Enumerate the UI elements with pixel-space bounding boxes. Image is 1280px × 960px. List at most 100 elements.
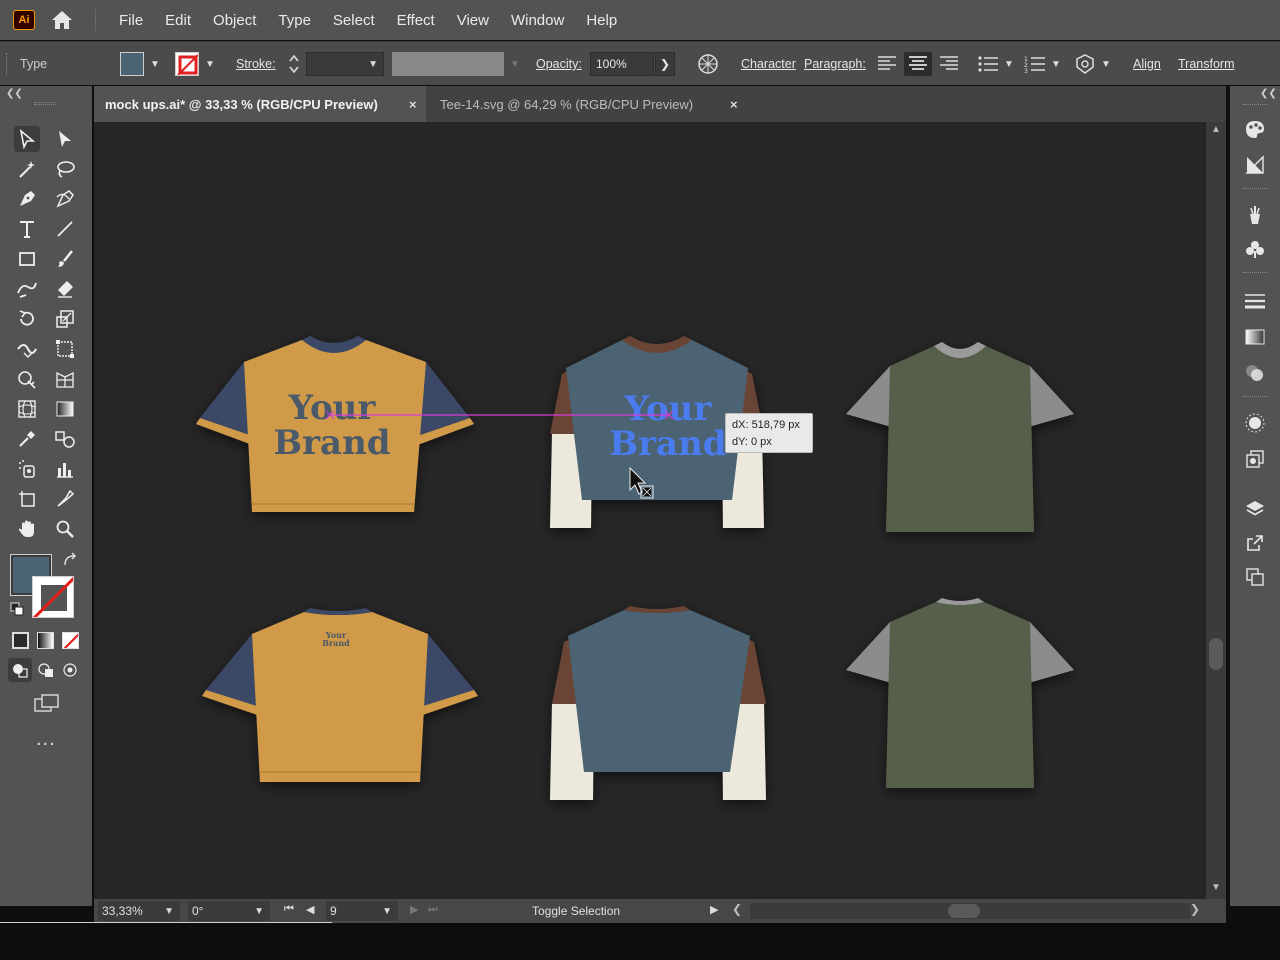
opacity-expand[interactable]: ❯ <box>655 42 675 86</box>
draw-behind-icon[interactable] <box>34 658 58 682</box>
menu-edit[interactable]: Edit <box>154 0 202 40</box>
shaper-tool-icon[interactable] <box>14 276 40 302</box>
status-menu-icon[interactable]: ▶ <box>710 903 718 916</box>
chevron-down-icon[interactable]: ▼ <box>1101 59 1111 70</box>
scale-tool-icon[interactable] <box>52 306 78 332</box>
fill-swatch-dropdown[interactable]: ▼ <box>120 42 160 86</box>
paragraph-panel-link[interactable]: Paragraph: <box>804 42 866 86</box>
line-segment-tool-icon[interactable] <box>52 216 78 242</box>
bullets-icon[interactable]: ▼ <box>977 42 1014 86</box>
tee-slate-layered-back[interactable] <box>550 606 766 800</box>
rotate-tool-icon[interactable] <box>14 306 40 332</box>
tee-olive-back[interactable] <box>846 598 1074 788</box>
type-tool-icon[interactable] <box>14 216 40 242</box>
align-panel-link[interactable]: Align <box>1133 42 1161 86</box>
chevron-right-icon[interactable]: ❯ <box>660 57 670 71</box>
close-icon[interactable]: × <box>409 97 417 112</box>
chevron-down-icon[interactable]: ▼ <box>1004 59 1014 70</box>
opacity-label[interactable]: Opacity: <box>536 42 582 86</box>
chevron-down-icon[interactable]: ▼ <box>1051 59 1061 70</box>
perspective-grid-tool-icon[interactable] <box>52 366 78 392</box>
chevron-down-icon[interactable]: ▼ <box>382 906 392 917</box>
tab-tee-14[interactable]: Tee-14.svg @ 64,29 % (RGB/CPU Preview) × <box>430 86 750 122</box>
numbering-icon[interactable]: 123 ▼ <box>1024 42 1061 86</box>
transparency-icon[interactable] <box>1242 360 1268 386</box>
opacity-field[interactable]: 100% <box>590 42 654 86</box>
menu-window[interactable]: Window <box>500 0 575 40</box>
chevron-down-icon[interactable]: ▼ <box>205 59 215 70</box>
stroke-panel-icon[interactable] <box>1242 288 1268 314</box>
swap-fill-stroke-icon[interactable] <box>62 552 78 573</box>
scroll-thumb[interactable] <box>1209 638 1223 670</box>
align-left-icon[interactable] <box>877 42 897 86</box>
menu-view[interactable]: View <box>446 0 500 40</box>
zoom-field[interactable]: 33,33% ▼ <box>98 901 180 921</box>
direct-selection-tool-icon[interactable] <box>52 126 78 152</box>
tab-title[interactable]: Tee-14.svg @ 64,29 % (RGB/CPU Preview) <box>440 97 693 112</box>
eyedropper-tool-icon[interactable] <box>14 426 40 452</box>
home-icon[interactable] <box>49 7 75 33</box>
last-artboard-icon[interactable]: ⏭ <box>428 903 438 916</box>
menu-effect[interactable]: Effect <box>386 0 446 40</box>
opacity-value[interactable]: 100% <box>590 52 654 76</box>
menu-object[interactable]: Object <box>202 0 267 40</box>
chevron-down-icon[interactable]: ▼ <box>510 59 520 70</box>
color-theme-icon[interactable] <box>1242 152 1268 178</box>
expand-panels-icon[interactable]: ❮❮ <box>1260 88 1277 99</box>
free-transform-tool-icon[interactable] <box>52 336 78 362</box>
magic-wand-tool-icon[interactable] <box>14 156 40 182</box>
gradient-panel-icon[interactable] <box>1242 324 1268 350</box>
align-center-icon[interactable] <box>904 42 932 86</box>
appearance-icon[interactable] <box>1242 410 1268 436</box>
color-guide-icon[interactable] <box>1242 116 1268 142</box>
stroke-weight-stepper[interactable] <box>287 42 301 86</box>
chevron-down-icon[interactable]: ▼ <box>254 906 264 917</box>
gradient-tool-icon[interactable] <box>52 396 78 422</box>
panel-grip[interactable] <box>1243 188 1267 191</box>
rectangle-tool-icon[interactable] <box>14 246 40 272</box>
lasso-tool-icon[interactable] <box>52 156 78 182</box>
horizontal-scrollbar[interactable] <box>750 903 1190 919</box>
mesh-tool-icon[interactable] <box>14 396 40 422</box>
default-fill-stroke-icon[interactable] <box>10 602 24 621</box>
brushes-icon[interactable] <box>1242 202 1268 228</box>
eraser-tool-icon[interactable] <box>52 276 78 302</box>
symbols-icon[interactable] <box>1242 236 1268 262</box>
zoom-value[interactable]: 33,33% <box>102 904 143 918</box>
brand-text-line2[interactable]: Brand <box>273 423 390 463</box>
stroke-swatch[interactable] <box>32 576 74 618</box>
width-tool-icon[interactable] <box>14 336 40 362</box>
shape-builder-tool-icon[interactable] <box>14 366 40 392</box>
hscroll-right-icon[interactable]: ❯ <box>1190 902 1200 916</box>
app-logo[interactable]: Ai <box>13 10 35 30</box>
stroke-weight-field[interactable]: ▼ <box>306 42 384 86</box>
close-icon[interactable]: × <box>730 97 738 112</box>
layers-icon[interactable] <box>1242 496 1268 522</box>
align-right-icon[interactable] <box>939 42 959 86</box>
collapse-panel-icon[interactable]: ❮❮ <box>6 88 23 99</box>
variable-width-profile[interactable]: ▼ <box>392 42 520 86</box>
stroke-label[interactable]: Stroke: <box>236 42 276 86</box>
tab-title[interactable]: mock ups.ai* @ 33,33 % (RGB/CPU Preview) <box>105 97 378 112</box>
chevron-down-icon[interactable]: ▼ <box>164 906 174 917</box>
tee-olive-front[interactable] <box>846 342 1074 532</box>
artboard-tool-icon[interactable] <box>14 486 40 512</box>
scroll-down-icon[interactable]: ▼ <box>1211 882 1221 893</box>
scroll-up-icon[interactable]: ▲ <box>1211 124 1221 135</box>
puppet-warp-icon[interactable]: ▼ <box>1074 42 1111 86</box>
panel-grip[interactable] <box>1243 272 1267 275</box>
character-panel-link[interactable]: Character <box>741 42 796 86</box>
graphic-styles-icon[interactable] <box>1242 446 1268 472</box>
small-brand-text-line2[interactable]: Brand <box>322 638 350 648</box>
menu-type[interactable]: Type <box>267 0 322 40</box>
artboard-number[interactable]: 9 <box>330 904 337 918</box>
curvature-tool-icon[interactable] <box>52 186 78 212</box>
blend-tool-icon[interactable] <box>52 426 78 452</box>
previous-artboard-icon[interactable]: ◀ <box>306 903 314 916</box>
draw-inside-icon[interactable] <box>58 658 82 682</box>
rotation-field[interactable]: 0° ▼ <box>188 901 270 921</box>
pen-tool-icon[interactable] <box>14 186 40 212</box>
recolor-artwork-icon[interactable] <box>697 42 719 86</box>
none-mode-icon[interactable] <box>62 632 79 649</box>
zoom-tool-icon[interactable] <box>52 516 78 542</box>
